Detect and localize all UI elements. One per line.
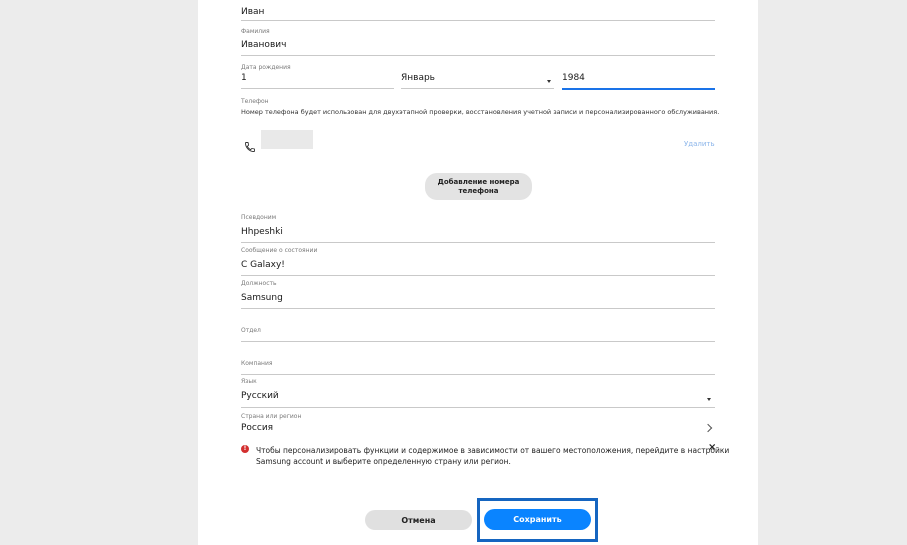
birth-month-value: Январь <box>401 73 435 83</box>
nickname-field[interactable]: Псевдоним Hhpeshki <box>241 213 715 243</box>
company-field[interactable]: Компания <box>241 359 715 375</box>
phone-description: Номер телефона будет использован для дву… <box>241 108 720 116</box>
first-name-value: Иван <box>241 7 265 17</box>
notice-line2: Samsung account и выберите определенную … <box>256 457 511 466</box>
position-value: Samsung <box>241 293 283 303</box>
department-label: Отдел <box>241 327 261 334</box>
add-phone-button[interactable]: Добавление номера телефона <box>425 173 532 200</box>
status-message-underline <box>241 275 715 276</box>
last-name-value: Иванович <box>241 40 287 50</box>
country-label: Страна или регион <box>241 413 302 420</box>
first-name-field[interactable]: Иван <box>241 0 715 22</box>
position-field[interactable]: Должность Samsung <box>241 279 715 309</box>
birth-month-underline <box>401 88 554 89</box>
position-label: Должность <box>241 280 277 287</box>
save-button[interactable]: Сохранить <box>484 509 591 530</box>
language-underline <box>241 407 715 408</box>
error-icon: ! <box>241 445 249 453</box>
status-message-label: Сообщение о состоянии <box>241 247 318 254</box>
country-row[interactable]: Страна или регион Россия <box>241 413 715 437</box>
language-label: Язык <box>241 378 257 385</box>
add-phone-button-line2: телефона <box>458 186 499 195</box>
last-name-underline <box>241 55 715 56</box>
language-value: Русский <box>241 391 279 401</box>
birth-year-field[interactable]: 1984 <box>562 70 715 90</box>
cancel-button[interactable]: Отмена <box>365 510 472 530</box>
chevron-down-icon <box>547 80 551 83</box>
nickname-label: Псевдоним <box>241 214 277 221</box>
birth-year-underline-active <box>562 88 715 90</box>
birth-day-underline <box>241 88 394 89</box>
close-icon[interactable]: × <box>708 442 716 453</box>
phone-label: Телефон <box>241 98 269 105</box>
country-value: Россия <box>241 423 274 433</box>
department-underline <box>241 341 715 342</box>
phone-icon <box>244 138 256 152</box>
position-underline <box>241 308 715 309</box>
birth-year-value: 1984 <box>562 73 585 83</box>
last-name-label: Фамилия <box>241 28 270 35</box>
add-phone-button-line1: Добавление номера <box>437 177 520 186</box>
notice-line1: Чтобы персонализировать функции и содерж… <box>256 446 730 455</box>
delete-phone-link[interactable]: Удалить <box>684 140 715 148</box>
phone-number-redacted <box>261 130 313 149</box>
birth-day-field[interactable]: 1 <box>241 70 394 89</box>
company-underline <box>241 374 715 375</box>
status-message-field[interactable]: Сообщение о состоянии С Galaxy! <box>241 246 715 276</box>
department-field[interactable]: Отдел <box>241 326 715 342</box>
last-name-field[interactable]: Фамилия Иванович <box>241 26 715 56</box>
nickname-value: Hhpeshki <box>241 227 283 237</box>
chevron-down-icon <box>707 398 711 401</box>
chevron-right-icon <box>703 423 713 433</box>
birth-day-value: 1 <box>241 73 247 83</box>
birth-month-select[interactable]: Январь <box>401 70 554 89</box>
company-label: Компания <box>241 360 273 367</box>
nickname-underline <box>241 242 715 243</box>
first-name-underline <box>241 20 715 21</box>
language-select[interactable]: Язык Русский <box>241 377 715 408</box>
status-message-value: С Galaxy! <box>241 260 285 270</box>
